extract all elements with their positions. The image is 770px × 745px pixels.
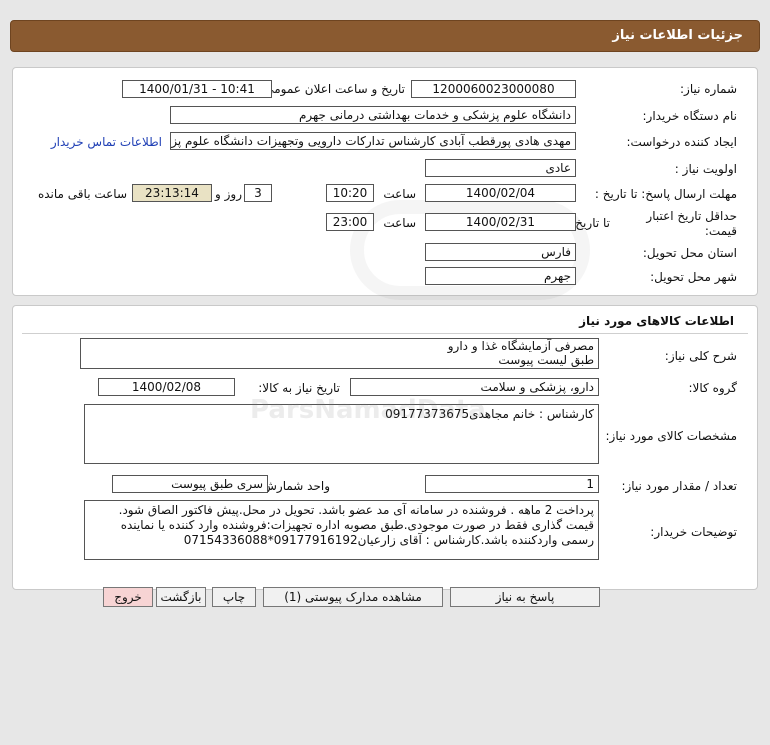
back-button[interactable]: بازگشت [156, 587, 206, 607]
view-attachments-button[interactable]: مشاهده مدارک پیوستی (1) [263, 587, 443, 607]
goods-group-label: گروه کالا: [688, 381, 738, 395]
need-number-field: 1200060023000080 [411, 80, 576, 98]
buyer-notes-label: توضیحات خریدار: [650, 525, 737, 539]
page-header: جزئیات اطلاعات نیاز [10, 20, 760, 52]
requester-label: ایجاد کننده درخواست: [626, 135, 737, 149]
deadline-date-field: 1400/02/04 [425, 184, 576, 202]
deadline-label: مهلت ارسال پاسخ: تا تاریخ : [594, 187, 737, 201]
province-label: استان محل تحویل: [642, 246, 737, 260]
unit-label: واحد شمارش: [258, 479, 330, 493]
need-date-label: تاریخ نیاز به کالا: [258, 381, 340, 395]
validity-label-line1: حداقل تاریخ اعتبار [646, 209, 737, 223]
priority-field: عادی [425, 159, 576, 177]
buyer-org-label: نام دستگاه خریدار: [642, 109, 738, 123]
province-field: فارس [425, 243, 576, 261]
watermark-text: ParsNamadData [250, 395, 486, 425]
validity-date-field: 1400/02/31 [425, 213, 576, 231]
days-remaining-field: 3 [244, 184, 272, 202]
time-remaining-field: 23:13:14 [132, 184, 212, 202]
validity-time-field: 23:00 [326, 213, 374, 231]
validity-time-label: ساعت [383, 216, 416, 230]
deadline-time-label: ساعت [383, 187, 416, 201]
reply-button[interactable]: پاسخ به نیاز [450, 587, 600, 607]
quantity-field: 1 [425, 475, 599, 493]
page-title: جزئیات اطلاعات نیاز [612, 28, 743, 43]
need-date-field: 1400/02/08 [98, 378, 235, 396]
goods-group-field: دارو، پزشکی و سلامت [350, 378, 599, 396]
section-divider [22, 333, 748, 334]
city-label: شهر محل تحویل: [650, 270, 737, 284]
goods-spec-label: مشخصات کالای مورد نیاز: [605, 429, 737, 443]
unit-field: سری طبق پیوست [112, 475, 268, 493]
validity-label-line2: قیمت: [704, 224, 737, 238]
buyer-notes-field: پرداخت 2 ماهه . فروشنده در سامانه آی مد … [84, 500, 599, 560]
announce-datetime-label: تاریخ و ساعت اعلان عمومی: [260, 82, 405, 96]
goods-section-title: اطلاعات کالاهای مورد نیاز [579, 314, 734, 328]
print-button[interactable]: چاپ [212, 587, 256, 607]
announce-datetime-field: 1400/01/31 - 10:41 [122, 80, 272, 98]
buyer-contact-link[interactable]: اطلاعات تماس خریدار [51, 134, 162, 150]
quantity-label: تعداد / مقدار مورد نیاز: [621, 479, 737, 493]
deadline-time-field: 10:20 [326, 184, 374, 202]
time-remaining-label: ساعت باقی مانده [37, 187, 127, 201]
days-label: روز و [215, 187, 242, 201]
description-line1: مصرفی آزمایشگاه غذا و دارو [447, 339, 594, 353]
description-label: شرح کلی نیاز: [664, 349, 737, 363]
buyer-org-field: دانشگاه علوم پزشکی و خدمات بهداشتی درمان… [170, 106, 576, 124]
city-field: جهرم [425, 267, 576, 285]
need-number-label: شماره نیاز: [680, 82, 737, 96]
requester-field: مهدی هادی پورقطب آبادی کارشناس تدارکات د… [170, 132, 576, 150]
exit-button[interactable]: خروج [103, 587, 153, 607]
description-field: مصرفی آزمایشگاه غذا و دارو طبق لیست پیوس… [80, 338, 599, 369]
priority-label: اولویت نیاز : [674, 162, 737, 176]
description-line2: طبق لیست پیوست [498, 353, 594, 367]
